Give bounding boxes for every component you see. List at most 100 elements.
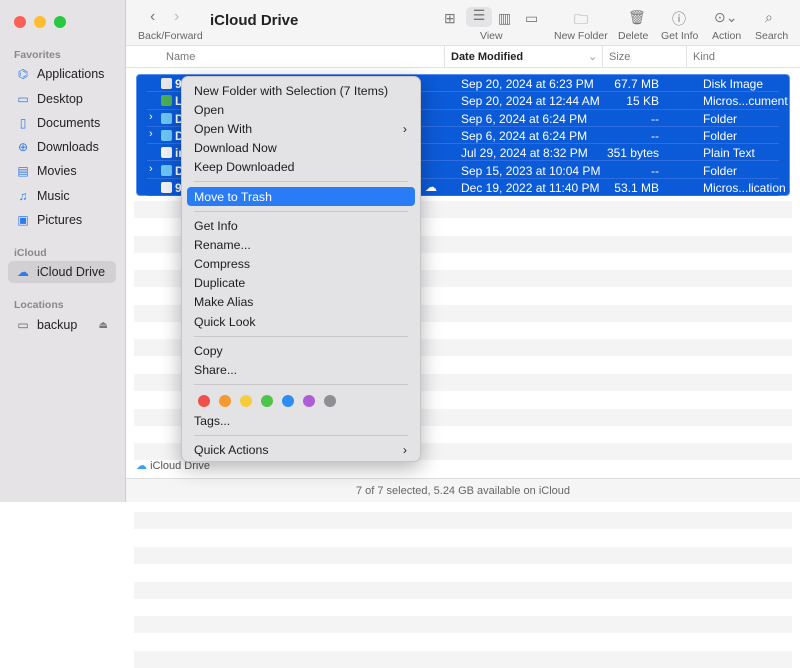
file-date: Sep 20, 2024 at 12:44 AM xyxy=(461,94,600,109)
menu-item-label: Quick Look xyxy=(194,314,256,329)
sidebar-item-pictures[interactable]: ▣ Pictures xyxy=(8,209,116,231)
file-size: -- xyxy=(651,128,659,143)
cloud-download-icon[interactable]: ☁ xyxy=(425,180,437,194)
sidebar-item-downloads[interactable]: ⊕ Downloads xyxy=(8,136,116,158)
menu-item[interactable]: Open xyxy=(187,100,415,119)
drive-icon: ▭ xyxy=(17,318,29,332)
status-bar: 7 of 7 selected, 5.24 GB available on iC… xyxy=(126,478,800,502)
tag-color-dot[interactable] xyxy=(240,394,252,407)
menu-item[interactable]: Compress xyxy=(187,255,415,274)
file-size: -- xyxy=(651,111,659,126)
file-kind: Micros...lication xyxy=(703,180,786,195)
search-button[interactable]: Search xyxy=(755,30,788,42)
desktop-icon: ▭ xyxy=(17,92,29,106)
window-controls xyxy=(14,16,66,28)
menu-item[interactable]: New Folder with Selection (7 Items) xyxy=(187,81,415,100)
tag-color-dot[interactable] xyxy=(303,394,315,407)
disclosure-chevron-icon[interactable]: › xyxy=(149,128,153,140)
column-size[interactable]: Size xyxy=(602,46,630,68)
sidebar-item-desktop[interactable]: ▭ Desktop xyxy=(8,88,116,110)
menu-item-label: New Folder with Selection (7 Items) xyxy=(194,83,389,98)
new-folder-button[interactable]: New Folder xyxy=(554,30,608,42)
view-label: View xyxy=(480,30,503,42)
get-info-button[interactable]: Get Info xyxy=(661,30,698,42)
sidebar-item-icloud-drive[interactable]: ☁ iCloud Drive xyxy=(8,261,116,283)
menu-item[interactable]: Download Now xyxy=(187,139,415,158)
empty-row xyxy=(134,581,792,599)
empty-row xyxy=(134,547,792,564)
tag-color-dot[interactable] xyxy=(324,394,336,407)
column-kind[interactable]: Kind xyxy=(686,46,715,68)
menu-item[interactable]: Quick Look xyxy=(187,312,415,331)
action-icon[interactable]: ⊙⌄ xyxy=(714,9,737,26)
tag-color-dot[interactable] xyxy=(261,394,273,407)
file-kind: Folder xyxy=(703,111,738,126)
search-icon[interactable]: ⌕ xyxy=(765,9,773,26)
menu-item-label: Move to Trash xyxy=(194,189,272,204)
sidebar-item-backup[interactable]: ▭ backup ⏏ xyxy=(8,314,116,336)
download-icon: ⊕ xyxy=(17,140,29,154)
empty-row xyxy=(134,650,792,668)
list-view-button[interactable]: ☰ xyxy=(466,7,492,27)
trash-icon[interactable]: 🗑 xyxy=(628,9,646,26)
menu-item[interactable]: Get Info xyxy=(187,216,415,235)
empty-row xyxy=(134,616,792,634)
tag-color-dot[interactable] xyxy=(219,394,231,407)
sidebar-item-label: Applications xyxy=(37,67,105,81)
info-icon[interactable]: ⓘ xyxy=(672,9,686,29)
context-menu: New Folder with Selection (7 Items) Open O… xyxy=(181,76,421,462)
sidebar-item-label: Desktop xyxy=(37,92,83,106)
forward-icon[interactable]: › xyxy=(174,8,179,26)
sidebar: Favorites ⌬ Applications ▭ Desktop ▯ Docume… xyxy=(0,0,126,502)
tag-color-dot[interactable] xyxy=(282,394,294,407)
file-kind: Micros...cument xyxy=(703,94,788,109)
column-name[interactable]: Name xyxy=(166,51,195,63)
menu-item-label: Quick Actions xyxy=(194,443,269,458)
menu-item[interactable]: Move to Trash xyxy=(187,186,415,207)
disclosure-chevron-icon[interactable]: › xyxy=(149,163,153,175)
sidebar-item-music[interactable]: ♫ Music xyxy=(8,185,116,207)
menu-separator xyxy=(194,435,408,437)
back-forward-label: Back/Forward xyxy=(138,30,203,42)
close-button[interactable] xyxy=(14,16,26,28)
icon-view-button[interactable]: ⊞ xyxy=(444,10,456,27)
file-kind: Disk Image xyxy=(703,77,764,91)
menu-item[interactable]: Duplicate xyxy=(187,274,415,293)
column-view-button[interactable]: ▥ xyxy=(498,10,511,27)
action-button[interactable]: Action xyxy=(712,30,741,42)
file-size: -- xyxy=(651,163,659,178)
gallery-view-button[interactable]: ▭ xyxy=(525,10,538,27)
submenu-chevron-icon: › xyxy=(402,121,407,136)
file-kind: Plain Text xyxy=(703,146,755,161)
menu-item[interactable]: Open With › xyxy=(187,119,415,138)
sidebar-item-movies[interactable]: ▤ Movies xyxy=(8,160,116,182)
menu-item[interactable]: Make Alias xyxy=(187,293,415,312)
menu-item-label: Get Info xyxy=(194,218,238,233)
column-date-modified[interactable]: Date Modified xyxy=(444,46,523,68)
section-locations: Locations xyxy=(14,299,64,311)
minimize-button[interactable] xyxy=(34,16,46,28)
file-size: 53.1 MB xyxy=(614,180,659,195)
sidebar-item-applications[interactable]: ⌬ Applications xyxy=(8,63,116,85)
menu-item-quick-actions[interactable]: Quick Actions › xyxy=(187,441,415,460)
back-icon[interactable]: ‹ xyxy=(150,8,155,26)
tag-color-dot[interactable] xyxy=(198,394,210,407)
disclosure-chevron-icon[interactable]: › xyxy=(149,111,153,123)
eject-icon[interactable]: ⏏ xyxy=(99,320,108,331)
sidebar-item-documents[interactable]: ▯ Documents xyxy=(8,112,116,134)
zoom-button[interactable] xyxy=(54,16,66,28)
sort-chevron-icon: ⌄ xyxy=(588,51,598,63)
disk-icon xyxy=(161,78,172,89)
sidebar-item-label: Documents xyxy=(37,116,101,130)
menu-item[interactable]: Copy xyxy=(187,341,415,360)
menu-item[interactable]: Share... xyxy=(187,360,415,379)
photo-icon: ▣ xyxy=(17,213,29,227)
window-title: iCloud Drive xyxy=(210,12,299,29)
menu-item[interactable]: Keep Downloaded xyxy=(187,158,415,177)
folder-icon xyxy=(161,112,172,124)
delete-button[interactable]: Delete xyxy=(618,30,648,42)
file-date: Sep 20, 2024 at 6:23 PM xyxy=(461,77,594,91)
menu-item-tags[interactable]: Tags... xyxy=(187,412,415,431)
menu-item[interactable]: Rename... xyxy=(187,235,415,254)
menu-item-label: Copy xyxy=(194,343,223,358)
